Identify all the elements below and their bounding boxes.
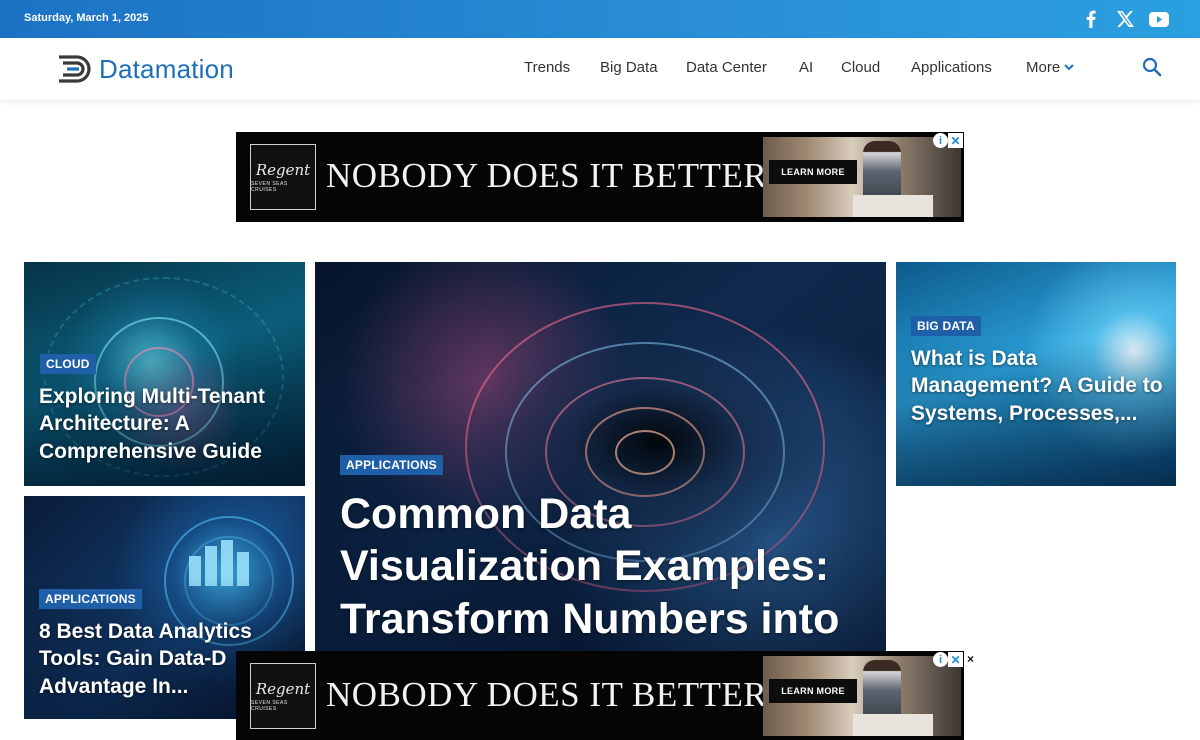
nav-more-label: More [1026, 59, 1061, 76]
logo-mark-icon [59, 55, 91, 83]
facebook-icon[interactable] [1083, 8, 1099, 30]
article-card-multi-tenant[interactable]: CLOUD Exploring Multi-Tenant Architectur… [24, 262, 305, 486]
datamation-logo[interactable]: Datamation [57, 52, 234, 86]
x-twitter-icon[interactable] [1116, 8, 1134, 30]
ad-close-icon[interactable]: ✕ [948, 133, 963, 148]
category-badge[interactable]: CLOUD [40, 354, 96, 374]
ad-info-icon[interactable]: i [933, 133, 948, 148]
ad-brand-script: Regent [255, 680, 311, 698]
youtube-icon[interactable] [1149, 8, 1169, 30]
logo-text: Datamation [99, 53, 234, 84]
nav-more[interactable]: More [1026, 59, 1074, 76]
article-card-data-visualization[interactable]: APPLICATIONS Common Data Visualization E… [315, 262, 886, 662]
top-bar: Saturday, March 1, 2025 [0, 0, 1200, 38]
search-icon [1142, 57, 1162, 77]
category-badge[interactable]: APPLICATIONS [340, 455, 443, 475]
ad-brand-logo: Regent SEVEN SEAS CRUISES [250, 663, 316, 729]
ad-learn-more-button[interactable]: LEARN MORE [769, 679, 857, 703]
search-button[interactable] [1142, 57, 1164, 79]
ad-info-icon[interactable]: i [933, 652, 948, 667]
ad-brand-small: SEVEN SEAS CRUISES [251, 700, 288, 712]
article-title[interactable]: Common Data Visualization Examples: Tran… [340, 488, 875, 645]
top-ad-banner[interactable]: Regent SEVEN SEAS CRUISES NOBODY DOES IT… [236, 132, 964, 222]
nav-applications[interactable]: Applications [911, 59, 992, 76]
article-title[interactable]: Exploring Multi-Tenant Architecture: A C… [39, 383, 294, 465]
nav-big-data[interactable]: Big Data [600, 59, 658, 76]
article-card-data-management[interactable]: BIG DATA What is Data Management? A Guid… [896, 262, 1176, 486]
site-header: Datamation Trends Big Data Data Center A… [0, 38, 1200, 100]
current-date: Saturday, March 1, 2025 [24, 12, 149, 24]
category-badge[interactable]: APPLICATIONS [39, 589, 142, 609]
chevron-down-icon [1064, 64, 1074, 71]
ad-close-icon[interactable]: ✕ [948, 652, 963, 667]
category-badge[interactable]: BIG DATA [911, 316, 981, 336]
ad-brand-small: SEVEN SEAS CRUISES [251, 181, 288, 193]
ad-brand-logo: Regent SEVEN SEAS CRUISES [250, 144, 316, 210]
article-title[interactable]: What is Data Management? A Guide to Syst… [911, 345, 1166, 427]
bottom-sticky-ad-banner[interactable]: Regent SEVEN SEAS CRUISES NOBODY DOES IT… [236, 651, 964, 740]
ad-headline: NOBODY DOES IT BETTER™ [326, 156, 802, 195]
dismiss-sticky-ad-button[interactable]: × [967, 652, 974, 666]
nav-cloud[interactable]: Cloud [841, 59, 880, 76]
ad-brand-script: Regent [255, 161, 311, 179]
nav-data-center[interactable]: Data Center [686, 59, 767, 76]
ad-learn-more-button[interactable]: LEARN MORE [769, 160, 857, 184]
ad-headline: NOBODY DOES IT BETTER™ [326, 675, 802, 714]
nav-trends[interactable]: Trends [524, 59, 570, 76]
nav-ai[interactable]: AI [799, 59, 813, 76]
